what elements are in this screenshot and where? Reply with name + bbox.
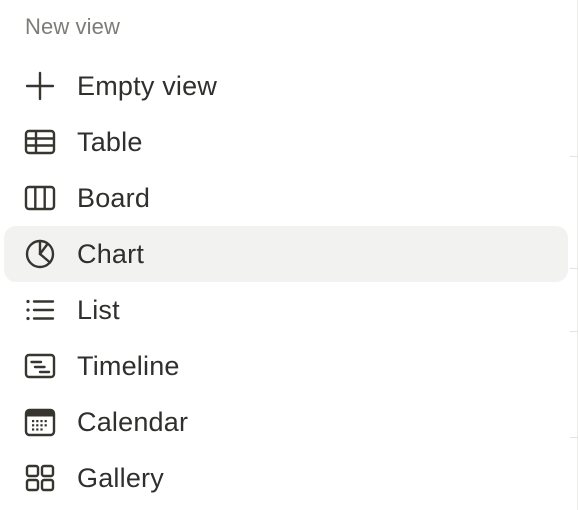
menu-item-label: Empty view [77, 71, 218, 101]
menu-item-gallery[interactable]: Gallery [0, 450, 578, 506]
menu-item-label: List [77, 295, 120, 325]
menu-item-label: Calendar [77, 407, 189, 437]
menu-item-board[interactable]: Board [0, 170, 578, 226]
view-type-list: Empty view Table Board Chart List Timeli… [0, 58, 578, 506]
board-icon [23, 181, 57, 215]
calendar-icon [23, 405, 57, 439]
chart-pie-icon [23, 237, 57, 271]
menu-item-label: Timeline [77, 351, 180, 381]
menu-item-table[interactable]: Table [0, 114, 578, 170]
menu-item-label: Chart [77, 239, 145, 269]
menu-item-label: Board [77, 183, 151, 213]
section-label-new-view: New view [25, 14, 120, 39]
plus-icon [23, 69, 57, 103]
new-view-menu: New view Empty view Table Board Chart Li… [0, 0, 578, 510]
gallery-icon [23, 461, 57, 495]
menu-item-chart[interactable]: Chart [0, 226, 578, 282]
list-icon [23, 293, 57, 327]
timeline-icon [23, 349, 57, 383]
menu-item-calendar[interactable]: Calendar [0, 394, 578, 450]
menu-item-timeline[interactable]: Timeline [0, 338, 578, 394]
menu-item-list[interactable]: List [0, 282, 578, 338]
table-icon [23, 125, 57, 159]
menu-item-label: Table [77, 127, 143, 157]
menu-item-empty-view[interactable]: Empty view [0, 58, 578, 114]
menu-item-label: Gallery [77, 463, 164, 493]
